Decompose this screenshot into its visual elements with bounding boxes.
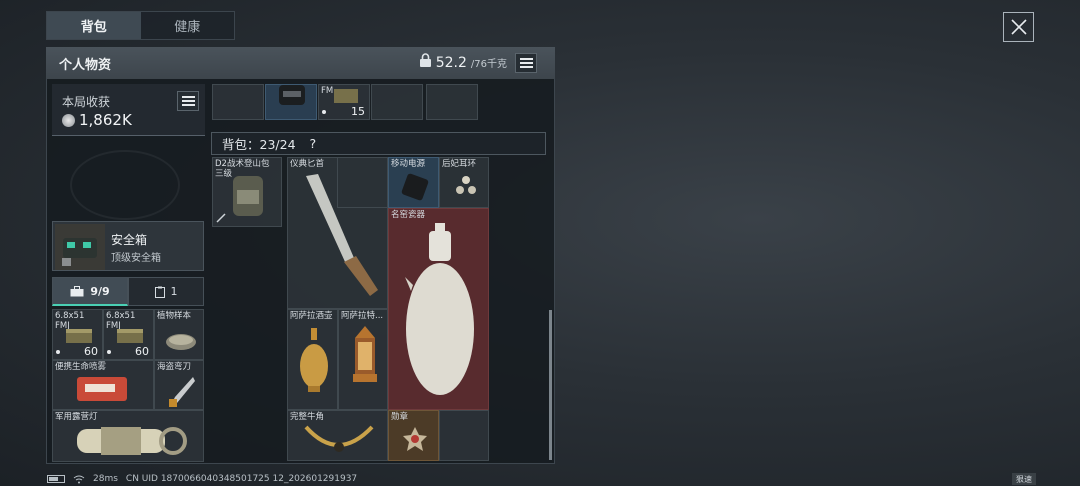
backpack-top-cell[interactable]: FM 15 — [318, 84, 370, 120]
wine-jug-icon — [300, 328, 328, 392]
pocket-item[interactable]: 植物样本 — [154, 309, 204, 360]
lantern-ornament-icon — [353, 326, 377, 382]
backpack-top-cell[interactable] — [371, 84, 423, 120]
clipboard-icon — [154, 286, 165, 298]
harvest-value: 1,862K — [62, 111, 132, 129]
earring-icon — [456, 176, 476, 194]
backpack-equipment-slot[interactable]: D2战术登山包 三级 — [212, 157, 282, 227]
item-qty: 60 — [135, 345, 149, 358]
lantern-icon — [77, 427, 187, 455]
help-icon[interactable]: ? — [310, 136, 317, 151]
backpack-grid-cell — [439, 410, 489, 461]
faction-emblem — [70, 150, 180, 220]
power-bank-icon — [401, 173, 429, 201]
backpack-item[interactable]: 移动电源 — [388, 157, 439, 208]
close-button[interactable] — [1003, 12, 1034, 42]
item-name: 阿萨拉酒壶 — [290, 311, 333, 321]
pocket-item[interactable]: 便携生命喷雾 — [52, 360, 154, 410]
tab-pocket[interactable]: 9/9 — [52, 277, 128, 306]
plant-sample-icon — [166, 334, 196, 350]
safebox-title: 安全箱 — [111, 233, 148, 247]
harvest-box: 本局收获 1,862K — [52, 84, 205, 136]
backpack-top-cell[interactable] — [265, 84, 317, 120]
item-name: 后妃耳环 — [442, 159, 477, 169]
horn-icon — [304, 425, 374, 452]
ammo-box-icon — [334, 89, 358, 103]
harvest-amount: 1,862K — [79, 111, 132, 129]
item-name: 仪典匕首 — [290, 159, 325, 169]
unlink-icon — [216, 213, 226, 223]
item-name: 勋章 — [391, 412, 409, 422]
ammo-box-icon — [66, 329, 92, 343]
tab-backpack[interactable]: 背包 — [47, 12, 141, 39]
tab-health[interactable]: 健康 — [141, 12, 235, 39]
item-name: 植物样本 — [157, 311, 192, 321]
backpack-item[interactable]: 名窑瓷器 — [388, 208, 489, 410]
item-name: 海盗弯刀 — [157, 362, 192, 372]
status-bar: 28ms CN UID 1870066040348501725 12_20260… — [47, 472, 357, 486]
pocket-count: 9/9 — [90, 284, 110, 298]
pocket-item[interactable]: 6.8x51 FMJ 60 — [103, 309, 154, 360]
backpack-icon — [233, 176, 263, 216]
briefcase-icon — [70, 285, 84, 296]
item-name: 名窑瓷器 — [391, 210, 426, 220]
backpack-header: 背包：23/24 ? — [211, 132, 546, 155]
backpack-scrollbar[interactable] — [549, 310, 552, 460]
tab-vest[interactable]: 1 — [128, 277, 204, 306]
item-dot — [107, 350, 111, 354]
weight-indicator: 52.2 /76千克 — [419, 53, 507, 71]
machete-icon — [169, 377, 195, 407]
ammo-box-icon — [117, 329, 143, 343]
panel-title: 个人物资 — [59, 57, 112, 73]
ping-value: 28ms — [93, 474, 118, 484]
item-name: 完整牛角 — [290, 412, 325, 422]
backpack-item[interactable]: 完整牛角 — [287, 410, 388, 461]
item-qty: 60 — [84, 345, 98, 358]
safebox-slot[interactable]: 安全箱 顶级安全箱 — [52, 221, 204, 271]
top-tabs: 背包 健康 — [46, 11, 235, 40]
pocket-item[interactable]: 6.8x51 FMJ 60 — [52, 309, 103, 360]
speed-badge[interactable]: 狠速 — [1012, 473, 1036, 485]
item-dot — [322, 110, 326, 114]
vest-count: 1 — [170, 285, 178, 298]
backpack-top-cell[interactable] — [426, 84, 478, 120]
spray-icon — [77, 377, 127, 401]
harvest-label: 本局收获 — [62, 95, 111, 109]
close-icon — [1010, 19, 1027, 35]
item-name: 阿萨拉特... — [341, 311, 384, 321]
backpack-item[interactable]: 阿萨拉酒壶 — [287, 309, 338, 410]
weight-max: /76千克 — [470, 59, 507, 70]
list-icon — [520, 58, 533, 68]
panel-list-button[interactable] — [515, 53, 537, 73]
harvest-list-button[interactable] — [177, 91, 199, 111]
item-name: FM — [321, 86, 334, 96]
item-dot — [56, 350, 60, 354]
panel-header: 个人物资 52.2 /76千克 — [46, 47, 555, 79]
weight-lock-icon — [419, 53, 431, 67]
battery-icon — [47, 475, 65, 483]
item-qty: 15 — [351, 105, 365, 118]
pocket-tabs: 9/9 1 — [52, 277, 204, 306]
pocket-item[interactable]: 军用露营灯 — [52, 410, 204, 462]
backpack-grid-cell — [337, 157, 388, 208]
safebox-image — [55, 224, 105, 270]
pocket-item[interactable]: 海盗弯刀 — [154, 360, 204, 410]
backpack-capacity: 背包：23/24 — [222, 137, 296, 152]
medal-icon — [403, 427, 427, 451]
can-icon — [279, 85, 305, 105]
uid-text: CN UID 1870066040348501725 12_2026012919… — [125, 474, 358, 484]
backpack-item[interactable]: 勋章 — [388, 410, 439, 461]
backpack-item[interactable]: 阿萨拉特... — [338, 309, 388, 410]
wifi-icon — [73, 475, 85, 483]
porcelain-vase-icon — [405, 223, 474, 395]
backpack-top-cell[interactable] — [212, 84, 264, 120]
backpack-item[interactable]: 后妃耳环 — [439, 157, 489, 208]
item-name: 移动电源 — [391, 159, 426, 169]
coin-icon — [62, 113, 75, 127]
safebox-subtitle: 顶级安全箱 — [111, 253, 161, 264]
list-icon — [182, 96, 195, 106]
weight-current: 52.2 — [435, 55, 467, 71]
